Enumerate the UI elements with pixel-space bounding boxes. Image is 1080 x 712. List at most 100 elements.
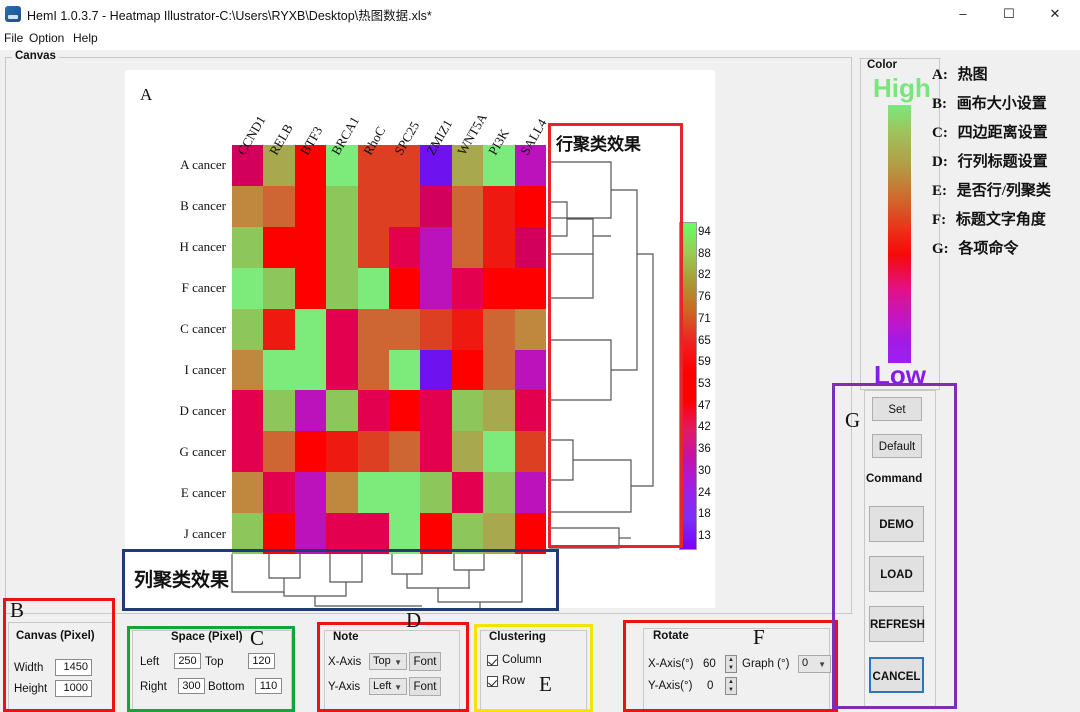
heatmap-row-label: I cancer	[184, 361, 227, 377]
heatmap-cell	[514, 185, 546, 227]
heatmap-cell	[514, 349, 546, 391]
heatmap-cell	[388, 472, 421, 514]
legend-annotation-text: 热图	[953, 67, 988, 83]
heatmap-cell	[326, 390, 358, 432]
legend-annotation-key: B:	[932, 96, 947, 112]
heatmap-cell	[294, 267, 327, 309]
color-gradient-bar[interactable]	[888, 105, 911, 363]
legend-annotation-text: 画布大小设置	[953, 96, 1047, 112]
heatmap-cell	[357, 431, 389, 473]
heatmap-cell	[388, 185, 421, 227]
heatmap-row-label: B cancer	[180, 198, 226, 214]
heatmap-cell	[514, 513, 546, 554]
annotation-letter-d: D	[406, 608, 422, 632]
legend-annotation-key: D:	[932, 154, 948, 170]
annotation-letter-a: A	[140, 85, 153, 104]
heatmap-row-label: J cancer	[183, 525, 226, 541]
heatmap-row-label: H cancer	[179, 239, 226, 255]
heatmap-cell	[357, 390, 389, 432]
legend-annotation-key: G:	[932, 241, 949, 257]
heatmap-cell	[514, 472, 546, 514]
menu-option[interactable]: Option	[29, 31, 64, 45]
menu-file[interactable]: File	[4, 31, 23, 45]
menu-bar: File Option Help	[0, 28, 1080, 50]
heatmap-cell	[263, 349, 295, 391]
scale-tick-label: 65	[698, 334, 711, 347]
heatmap-cell	[420, 308, 452, 350]
heatmap-cell	[420, 185, 452, 227]
heatmap-cell	[294, 472, 327, 514]
app-icon	[5, 6, 21, 22]
heatmap-cell	[263, 472, 295, 514]
heatmap-cell	[420, 431, 452, 473]
heatmap-cell	[232, 472, 264, 514]
heatmap-cell	[388, 308, 421, 350]
heatmap-cell	[232, 226, 264, 268]
legend-annotation-text: 是否行/列聚类	[953, 183, 1051, 199]
heatmap-cell	[326, 226, 358, 268]
heatmap-cell	[483, 472, 515, 514]
heatmap-cell	[263, 185, 295, 227]
heatmap-cell	[357, 472, 389, 514]
heatmap-cell	[263, 308, 295, 350]
heatmap-cell	[232, 267, 264, 309]
heatmap-cell	[232, 431, 264, 473]
scale-tick-label: 59	[698, 356, 711, 369]
heatmap-grid[interactable]	[232, 145, 546, 554]
scale-tick-label: 53	[698, 378, 711, 390]
heatmap-cell	[294, 226, 327, 268]
heatmap-cell	[451, 349, 484, 391]
heatmap-cell	[326, 431, 358, 473]
heatmap-cell	[451, 226, 484, 268]
heatmap-cell	[388, 349, 421, 391]
heatmap-cell	[514, 226, 546, 268]
row-cluster-annotation-box	[548, 123, 683, 548]
heatmap-cell	[483, 226, 515, 268]
heatmap-cell	[326, 349, 358, 391]
window-title: HemI 1.0.3.7 - Heatmap Illustrator-C:\Us…	[27, 9, 432, 23]
scale-tick-label: 13	[698, 530, 711, 543]
heatmap-cell	[294, 185, 327, 227]
heatmap-cell	[420, 472, 452, 514]
legend-annotation-row: B: 画布大小设置	[932, 92, 1047, 113]
heatmap-cell	[326, 185, 358, 227]
heatmap-row-label: G cancer	[179, 443, 226, 459]
close-button[interactable]: ✕	[1032, 0, 1078, 28]
scale-tick-label: 71	[698, 312, 711, 325]
heatmap-cell	[294, 513, 327, 554]
heatmap-cell	[294, 308, 327, 350]
heatmap-row-label: C cancer	[180, 321, 226, 337]
annotation-letter-f: F	[753, 625, 765, 649]
heatmap-cell	[451, 308, 484, 350]
heatmap-row-label: D cancer	[179, 402, 226, 418]
annotation-letter-g: G	[845, 408, 861, 432]
annotation-box-f	[623, 620, 838, 712]
heatmap-cell	[263, 431, 295, 473]
maximize-button[interactable]: ☐	[986, 0, 1032, 28]
scale-tick-label: 18	[698, 508, 711, 521]
annotation-letter-c: C	[250, 626, 265, 650]
legend-annotation-text: 行列标题设置	[953, 154, 1048, 170]
menu-help[interactable]: Help	[73, 31, 98, 45]
heatmap-cell	[357, 349, 389, 391]
heatmap-cell	[483, 308, 515, 350]
heatmap-cell	[388, 267, 421, 309]
heatmap-cell	[420, 513, 452, 554]
heatmap-cell	[451, 390, 484, 432]
scale-tick-label: 76	[698, 291, 711, 304]
column-cluster-annotation-label: 列聚类效果	[134, 570, 230, 591]
legend-annotation-row: A: 热图	[932, 63, 988, 84]
scale-tick-label: 82	[698, 269, 711, 282]
heatmap-cell	[388, 390, 421, 432]
minimize-button[interactable]: –	[940, 0, 986, 28]
heatmap-cell	[232, 349, 264, 391]
annotation-letter-e: E	[539, 672, 552, 696]
legend-annotation-key: C:	[932, 125, 948, 141]
heatmap-cell	[451, 185, 484, 227]
heatmap-cell	[232, 513, 264, 554]
heatmap-cell	[294, 349, 327, 391]
heatmap-cell	[232, 390, 264, 432]
heatmap-cell	[420, 226, 452, 268]
legend-annotation-key: E:	[932, 183, 947, 199]
heatmap-cell	[263, 513, 295, 554]
